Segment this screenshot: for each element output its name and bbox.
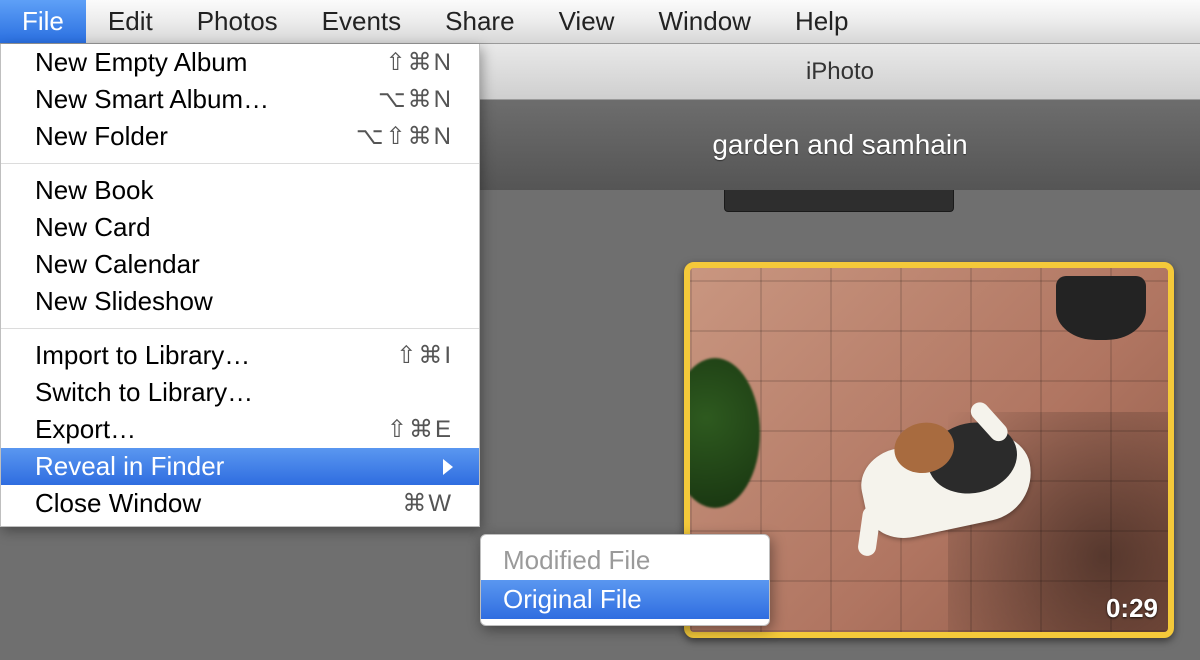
menu-help[interactable]: Help — [773, 0, 870, 43]
menu-file[interactable]: File — [0, 0, 86, 43]
menu-item-new-card[interactable]: New Card — [1, 209, 479, 246]
menu-item-label: Close Window — [35, 488, 201, 519]
menu-item-label: Reveal in Finder — [35, 451, 224, 482]
menu-item-label: Modified File — [503, 545, 650, 576]
video-duration-badge: 0:29 — [1106, 593, 1158, 624]
menu-item-import-to-library[interactable]: Import to Library… ⇧⌘I — [1, 337, 479, 374]
menu-item-label: New Slideshow — [35, 286, 213, 317]
menu-item-shortcut: ⇧⌘N — [386, 48, 453, 77]
menu-item-shortcut: ⇧⌘I — [396, 341, 453, 370]
menu-view[interactable]: View — [537, 0, 637, 43]
menu-item-shortcut: ⇧⌘E — [387, 415, 453, 444]
menu-share[interactable]: Share — [423, 0, 536, 43]
menu-item-export[interactable]: Export… ⇧⌘E — [1, 411, 479, 448]
menu-item-label: Switch to Library… — [35, 377, 253, 408]
menu-item-new-smart-album[interactable]: New Smart Album… ⌥⌘N — [1, 81, 479, 118]
menu-item-label: Import to Library… — [35, 340, 250, 371]
menubar: File Edit Photos Events Share View Windo… — [0, 0, 1200, 44]
event-header: garden and samhain — [480, 100, 1200, 190]
menu-item-label: New Book — [35, 175, 154, 206]
menu-item-switch-to-library[interactable]: Switch to Library… — [1, 374, 479, 411]
menu-separator — [1, 163, 479, 164]
thumbnail-image — [1056, 276, 1146, 340]
chevron-right-icon — [443, 459, 453, 475]
menu-item-label: New Smart Album… — [35, 84, 269, 115]
menu-item-reveal-in-finder[interactable]: Reveal in Finder — [1, 448, 479, 485]
window-titlebar: iPhoto — [480, 44, 1200, 100]
thumbnail-above-sliver[interactable] — [724, 190, 954, 212]
menu-item-new-slideshow[interactable]: New Slideshow — [1, 283, 479, 320]
menu-item-shortcut: ⌘W — [402, 489, 453, 518]
menu-item-label: New Calendar — [35, 249, 200, 280]
menu-item-new-folder[interactable]: New Folder ⌥⇧⌘N — [1, 118, 479, 155]
submenu-item-original-file[interactable]: Original File — [481, 580, 769, 619]
menu-item-new-calendar[interactable]: New Calendar — [1, 246, 479, 283]
reveal-in-finder-submenu: Modified File Original File — [480, 534, 770, 626]
menu-item-label: New Card — [35, 212, 151, 243]
file-menu-dropdown: New Empty Album ⇧⌘N New Smart Album… ⌥⌘N… — [0, 44, 480, 527]
menu-events[interactable]: Events — [300, 0, 424, 43]
menu-item-label: Export… — [35, 414, 136, 445]
menu-item-shortcut: ⌥⇧⌘N — [356, 122, 453, 151]
menu-item-new-book[interactable]: New Book — [1, 172, 479, 209]
menu-window[interactable]: Window — [636, 0, 772, 43]
menu-photos[interactable]: Photos — [175, 0, 300, 43]
menu-item-label: New Empty Album — [35, 47, 247, 78]
event-title: garden and samhain — [712, 129, 967, 161]
menu-item-new-empty-album[interactable]: New Empty Album ⇧⌘N — [1, 44, 479, 81]
submenu-item-modified-file: Modified File — [481, 541, 769, 580]
menu-item-label: New Folder — [35, 121, 168, 152]
menu-edit[interactable]: Edit — [86, 0, 175, 43]
menu-item-shortcut: ⌥⌘N — [378, 85, 453, 114]
window-title: iPhoto — [806, 58, 874, 86]
menu-item-label: Original File — [503, 584, 642, 615]
menu-separator — [1, 328, 479, 329]
menu-item-close-window[interactable]: Close Window ⌘W — [1, 485, 479, 522]
